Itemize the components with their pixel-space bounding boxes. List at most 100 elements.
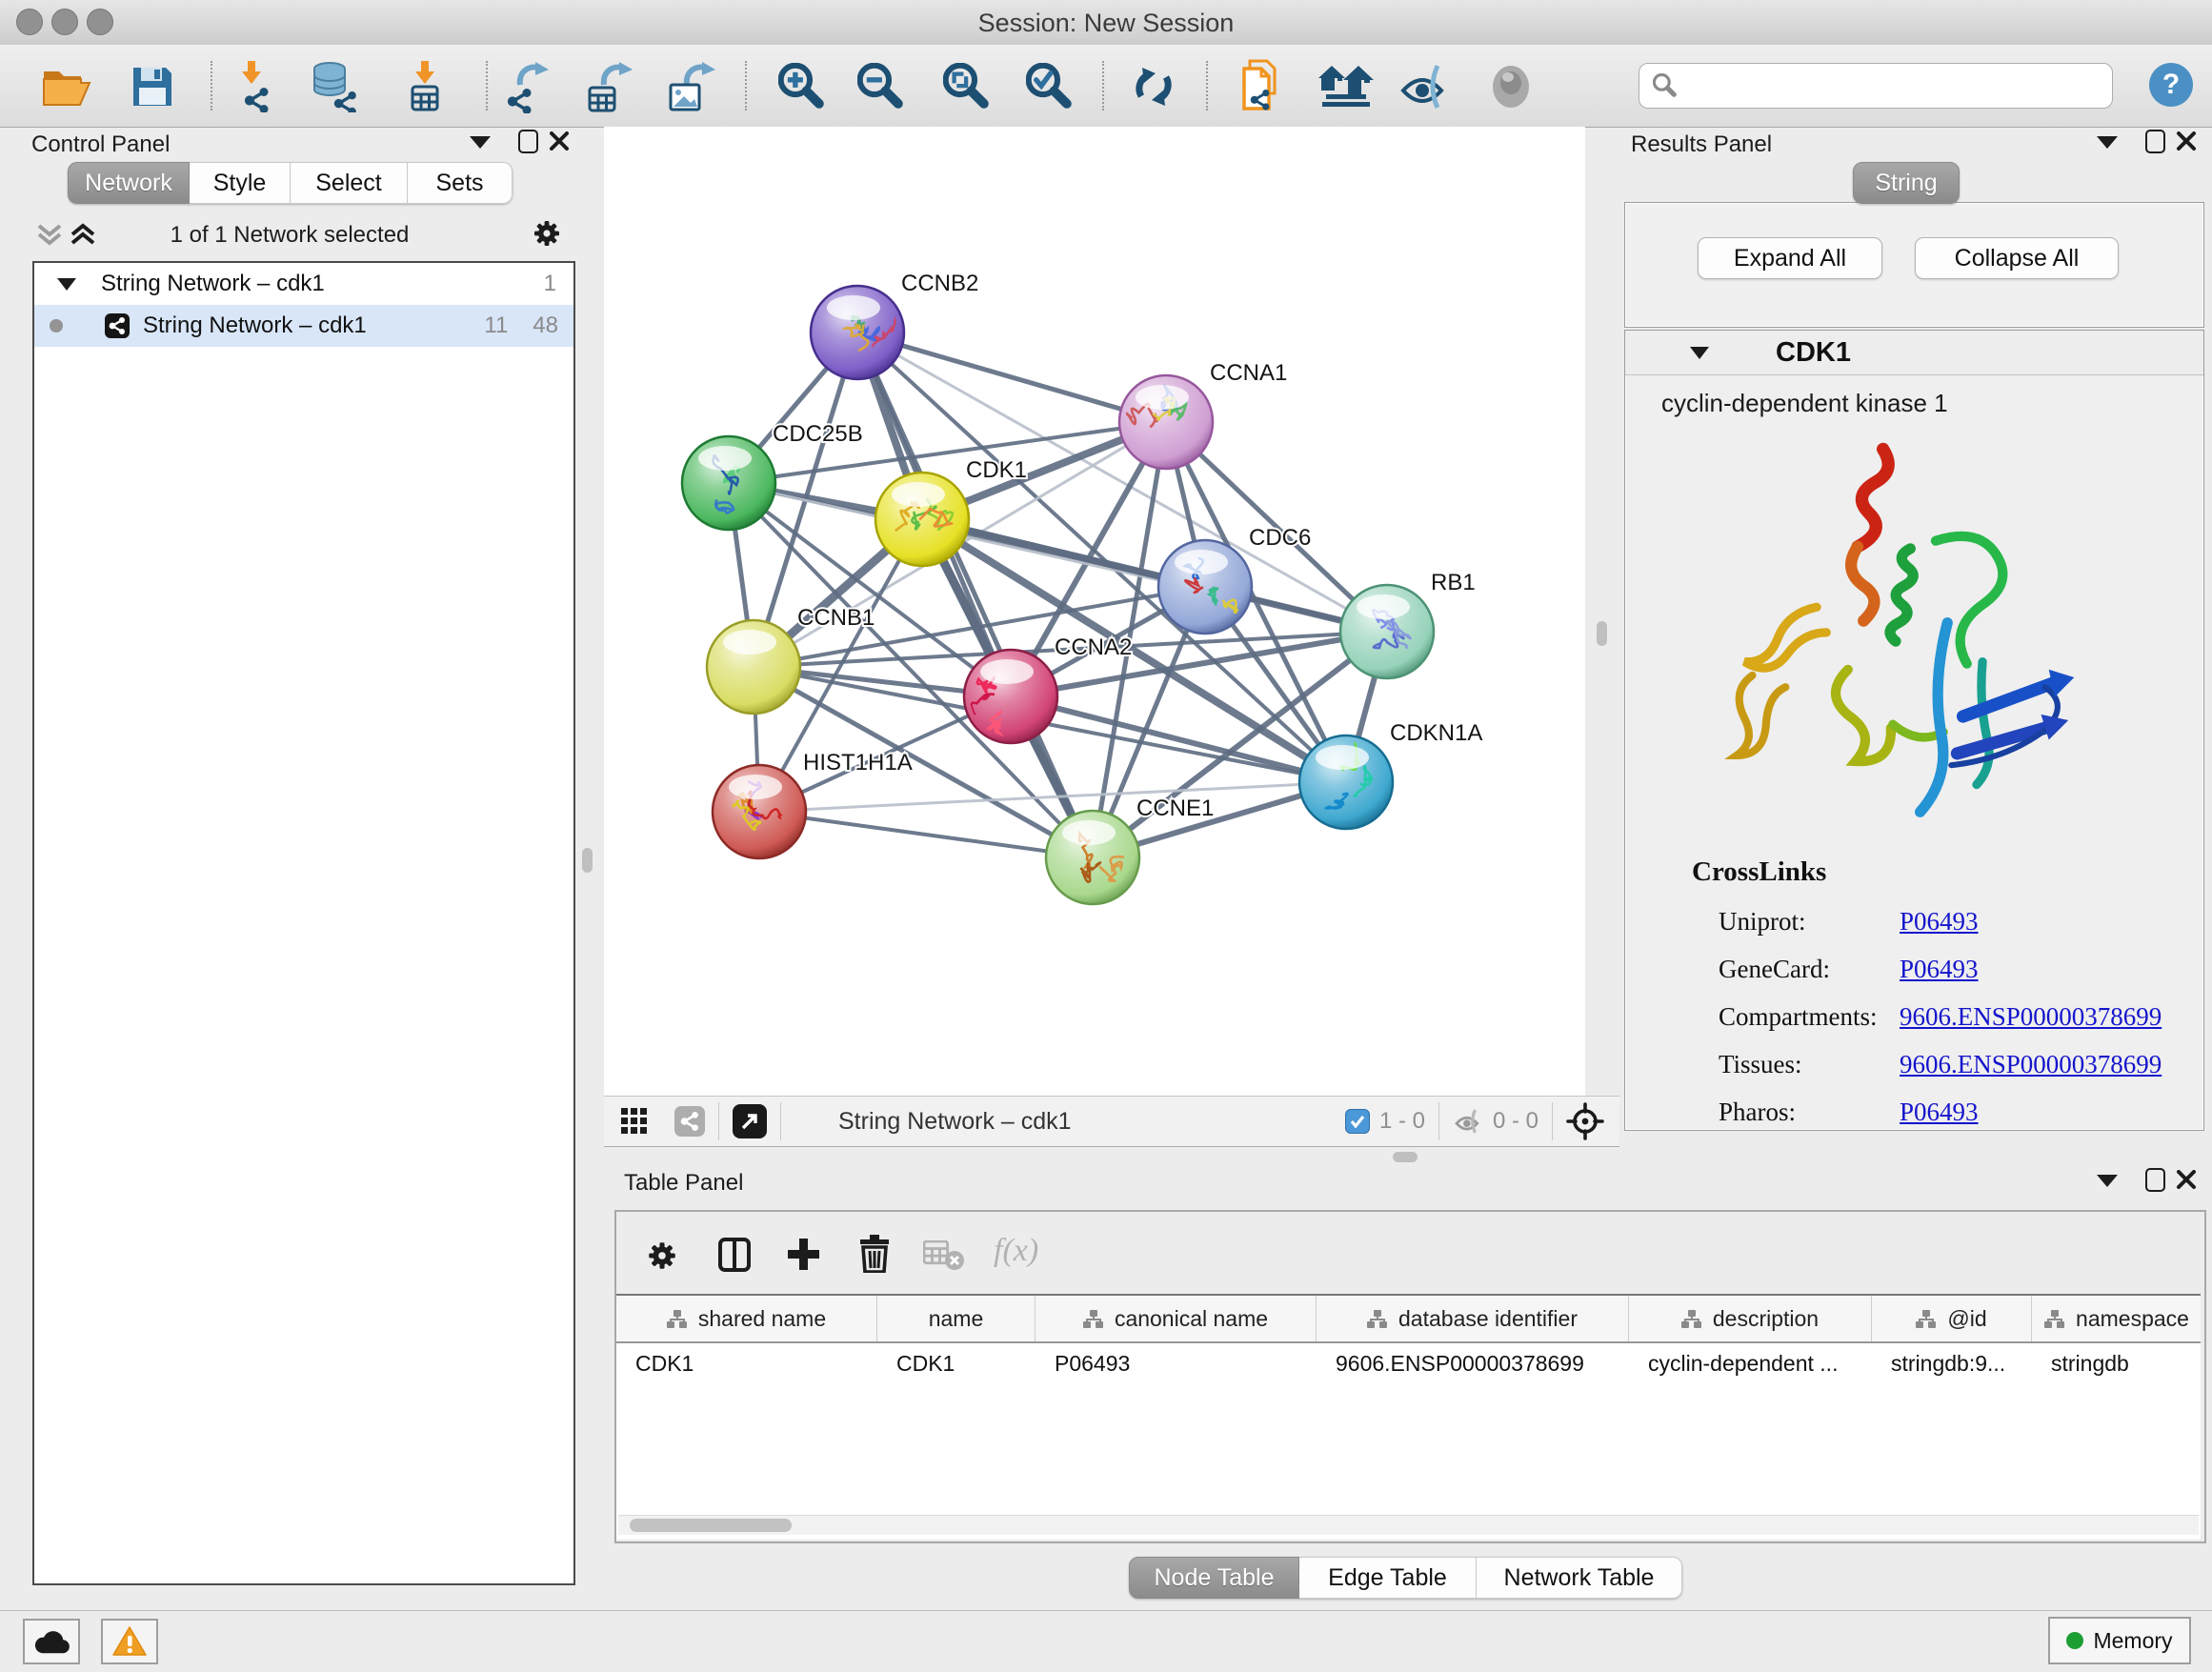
zoom-fit-icon[interactable]	[939, 59, 995, 114]
network-canvas[interactable]: CCNB2CCNA1CDC25BCDK1CDC6RB1CCNB1CCNA2CDK…	[604, 127, 1585, 1096]
table-cell[interactable]: P06493	[1036, 1343, 1317, 1383]
cloud-status-button[interactable]	[23, 1619, 80, 1664]
results-panel-close-icon[interactable]	[2176, 131, 2197, 151]
tab-node-table[interactable]: Node Table	[1129, 1557, 1299, 1599]
memory-button[interactable]: Memory	[2048, 1617, 2191, 1664]
column-header[interactable]: database identifier	[1317, 1296, 1629, 1341]
network-edge[interactable]	[759, 812, 1093, 857]
import-network-database-icon[interactable]	[307, 59, 362, 114]
export-network-icon[interactable]	[501, 59, 556, 114]
results-panel-float-icon[interactable]	[2145, 130, 2165, 153]
save-session-icon[interactable]	[125, 59, 180, 114]
zoom-selected-icon[interactable]	[1022, 59, 1077, 114]
table-cell[interactable]: CDK1	[877, 1343, 1036, 1383]
string-network-graph[interactable]: CCNB2CCNA1CDC25BCDK1CDC6RB1CCNB1CCNA2CDK…	[604, 127, 1585, 1096]
crosslink-link[interactable]: 9606.ENSP00000378699	[1900, 1002, 2162, 1032]
control-panel-close-icon[interactable]	[549, 131, 570, 151]
table-header-row: shared namenamecanonical namedatabase id…	[616, 1296, 2201, 1343]
refresh-icon[interactable]	[1126, 59, 1181, 114]
table-hscrollbar[interactable]	[618, 1515, 2199, 1535]
crosslink-link[interactable]: P06493	[1900, 907, 1979, 937]
warning-status-button[interactable]	[101, 1619, 158, 1664]
column-header[interactable]: shared name	[616, 1296, 877, 1341]
network-row[interactable]: String Network – cdk1 11 48	[34, 305, 573, 347]
delete-table-icon[interactable]	[923, 1240, 965, 1271]
results-tab-string[interactable]: String	[1853, 162, 1960, 204]
horizontal-splitter-handle[interactable]	[1393, 1152, 1418, 1162]
network-collection-row[interactable]: String Network – cdk1 1	[34, 263, 573, 305]
node-table: shared namenamecanonical namedatabase id…	[616, 1294, 2201, 1540]
help-icon[interactable]: ?	[2149, 63, 2193, 107]
network-node-ccna2[interactable]	[964, 650, 1057, 743]
control-panel-menu-icon[interactable]	[470, 136, 491, 149]
table-options-gear-icon[interactable]	[645, 1239, 679, 1273]
table-cell[interactable]: CDK1	[616, 1343, 877, 1383]
table-cell[interactable]: cyclin-dependent ...	[1629, 1343, 1872, 1383]
tab-style[interactable]: Style	[190, 162, 291, 204]
network-node-ccna1[interactable]	[1119, 375, 1213, 469]
column-header[interactable]: @id	[1872, 1296, 2032, 1341]
hide-selected-icon[interactable]	[1398, 59, 1454, 114]
network-options-gear-icon[interactable]	[532, 218, 562, 249]
column-header[interactable]: description	[1629, 1296, 1872, 1341]
network-node-hist1h1a[interactable]	[713, 765, 806, 858]
table-panel-menu-icon[interactable]	[2097, 1175, 2118, 1187]
network-node-ccne1[interactable]	[1046, 811, 1139, 904]
column-header[interactable]: namespace	[2032, 1296, 2201, 1341]
network-node-rb1[interactable]	[1340, 585, 1434, 678]
crosshair-icon[interactable]	[1566, 1102, 1604, 1140]
right-splitter-handle[interactable]	[1597, 621, 1607, 646]
separator	[718, 1102, 719, 1140]
protein-header-row[interactable]: CDK1	[1625, 331, 2203, 375]
export-image-icon[interactable]	[667, 59, 722, 114]
grid-view-icon[interactable]	[621, 1108, 648, 1135]
left-splitter-handle[interactable]	[582, 848, 593, 873]
table-hscrollbar-thumb[interactable]	[630, 1519, 792, 1532]
table-cell[interactable]: stringdb	[2032, 1343, 2201, 1383]
tab-edge-table[interactable]: Edge Table	[1299, 1557, 1477, 1599]
results-panel-menu-icon[interactable]	[2097, 136, 2118, 149]
show-eye-icon[interactable]	[1483, 59, 1538, 114]
zoom-in-icon[interactable]	[774, 59, 830, 114]
expand-all-button[interactable]: Expand All	[1698, 237, 1882, 279]
open-session-from-network-icon[interactable]	[1233, 59, 1288, 114]
import-table-file-icon[interactable]	[398, 59, 453, 114]
crosslink-link[interactable]: 9606.ENSP00000378699	[1900, 1050, 2162, 1079]
tab-network-table[interactable]: Network Table	[1477, 1557, 1682, 1599]
table-cell[interactable]: 9606.ENSP00000378699	[1317, 1343, 1629, 1383]
collapse-all-button[interactable]: Collapse All	[1915, 237, 2119, 279]
network-node-cdkn1a[interactable]	[1299, 734, 1393, 829]
network-node-cdk1[interactable]	[875, 473, 969, 566]
network-node-cdc25b[interactable]	[682, 436, 775, 530]
crosslink-link[interactable]: P06493	[1900, 1098, 1979, 1127]
detach-view-icon[interactable]	[733, 1104, 767, 1138]
add-column-icon[interactable]	[786, 1237, 820, 1271]
export-table-icon[interactable]	[584, 59, 639, 114]
search-input[interactable]	[1687, 67, 2112, 105]
show-columns-icon[interactable]	[717, 1237, 752, 1273]
table-cell[interactable]: stringdb:9...	[1872, 1343, 2032, 1383]
search-field[interactable]	[1639, 63, 2113, 109]
collection-expand-icon[interactable]	[57, 278, 76, 291]
control-panel-float-icon[interactable]	[518, 130, 538, 153]
network-node-cdc6[interactable]	[1158, 540, 1252, 634]
tab-network[interactable]: Network	[68, 162, 190, 204]
column-header[interactable]: name	[877, 1296, 1036, 1341]
protein-collapse-icon[interactable]	[1690, 347, 1709, 359]
network-badge-icon[interactable]	[674, 1106, 705, 1137]
selected-checkbox-icon[interactable]	[1345, 1109, 1370, 1134]
open-session-icon[interactable]	[39, 59, 94, 114]
zoom-out-icon[interactable]	[854, 59, 909, 114]
table-panel-float-icon[interactable]	[2145, 1168, 2165, 1192]
crosslink-link[interactable]: P06493	[1900, 955, 1979, 984]
home-icon[interactable]	[1318, 59, 1374, 114]
network-node-ccnb1[interactable]	[707, 620, 800, 714]
column-header[interactable]: canonical name	[1036, 1296, 1317, 1341]
table-row[interactable]: CDK1CDK1P064939606.ENSP00000378699cyclin…	[616, 1343, 2201, 1383]
tab-select[interactable]: Select	[291, 162, 408, 204]
table-panel-close-icon[interactable]	[2176, 1169, 2197, 1190]
import-network-file-icon[interactable]	[231, 59, 286, 114]
tab-sets[interactable]: Sets	[408, 162, 513, 204]
network-node-ccnb2[interactable]	[811, 286, 904, 379]
delete-column-icon[interactable]	[858, 1235, 891, 1273]
